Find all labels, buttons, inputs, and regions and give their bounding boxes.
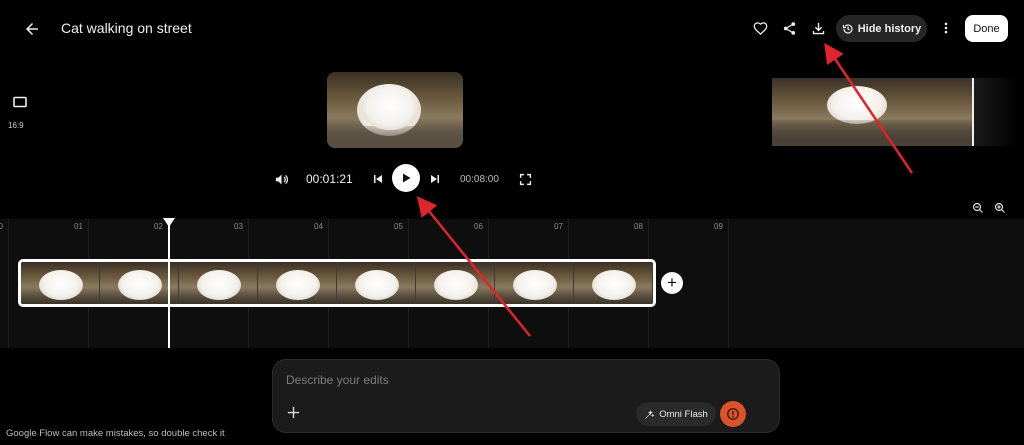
skip-previous-button[interactable] — [370, 171, 386, 187]
volume-icon — [275, 174, 288, 184]
timeline-tick-label: 08 — [634, 222, 643, 231]
current-time: 00:01:21 — [306, 172, 353, 186]
playhead-handle[interactable] — [163, 218, 175, 227]
timeline-tick-label: 07 — [554, 222, 563, 231]
disclaimer-text: Google Flow can make mistakes, so double… — [6, 428, 225, 439]
heart-icon — [753, 21, 767, 35]
add-clip-button[interactable]: + — [661, 272, 683, 294]
history-thumbnail-next — [974, 78, 1020, 146]
skip-next-icon — [431, 175, 439, 183]
more-options-button[interactable] — [936, 18, 956, 38]
timeline-gridline — [728, 219, 729, 348]
timeline-tick-label: 00 — [0, 222, 3, 231]
timeline-tick-label: 06 — [474, 222, 483, 231]
add-attachment-button[interactable] — [284, 403, 302, 421]
timeline-tick-label: 04 — [314, 222, 323, 231]
clip-frame — [258, 262, 337, 304]
aspect-ratio-button[interactable] — [10, 96, 30, 108]
submit-button[interactable] — [720, 401, 746, 427]
download-icon — [812, 22, 824, 34]
done-button[interactable]: Done — [965, 15, 1008, 42]
video-preview[interactable] — [327, 72, 463, 148]
zoom-in-button[interactable] — [993, 201, 1007, 215]
skip-next-button[interactable] — [427, 171, 443, 187]
prompt-input[interactable] — [286, 373, 626, 387]
volume-button[interactable] — [272, 170, 290, 188]
timeline-tick-label: 05 — [394, 222, 403, 231]
share-icon — [783, 21, 795, 35]
clip-frame — [495, 262, 574, 304]
hide-history-label: Hide history — [857, 22, 922, 35]
clip-frame — [21, 262, 100, 304]
video-clip[interactable] — [18, 259, 656, 307]
aspect-ratio-icon — [13, 96, 27, 108]
clip-frame — [574, 262, 653, 304]
fullscreen-button[interactable] — [517, 171, 533, 187]
hide-history-button[interactable]: Hide history — [836, 15, 927, 42]
timeline-tick-label: 03 — [234, 222, 243, 231]
history-icon — [842, 23, 853, 34]
model-selector[interactable]: Omni Flash — [636, 402, 716, 426]
clip-frame — [179, 262, 258, 304]
zoom-out-icon — [972, 202, 983, 213]
play-button[interactable] — [392, 164, 420, 192]
timeline-tick-label: 01 — [74, 222, 83, 231]
zoom-out-button[interactable] — [971, 201, 985, 215]
plus-icon — [287, 406, 299, 418]
download-button[interactable] — [808, 18, 828, 38]
back-button[interactable] — [20, 17, 44, 41]
skip-previous-icon — [374, 175, 382, 183]
sparkle-icon — [645, 409, 655, 419]
fullscreen-icon — [519, 173, 531, 185]
plus-icon: + — [667, 273, 677, 292]
more-vert-icon — [944, 22, 948, 34]
timeline-tick-label: 09 — [714, 222, 723, 231]
aspect-ratio-label: 16:9 — [8, 121, 24, 130]
clip-frame — [416, 262, 495, 304]
timeline-gridline — [8, 219, 9, 348]
share-button[interactable] — [779, 18, 799, 38]
arrow-left-icon — [26, 23, 38, 35]
page-title: Cat walking on street — [61, 20, 192, 36]
clip-frame — [337, 262, 416, 304]
total-time: 00:08:00 — [460, 174, 499, 185]
favorite-button[interactable] — [750, 18, 770, 38]
zoom-in-icon — [994, 202, 1005, 213]
model-label: Omni Flash — [659, 408, 708, 420]
play-icon — [403, 173, 411, 183]
info-icon — [727, 408, 739, 420]
history-thumbnail[interactable] — [772, 78, 974, 146]
timeline-tick-label: 02 — [154, 222, 163, 231]
playhead[interactable] — [168, 221, 170, 348]
